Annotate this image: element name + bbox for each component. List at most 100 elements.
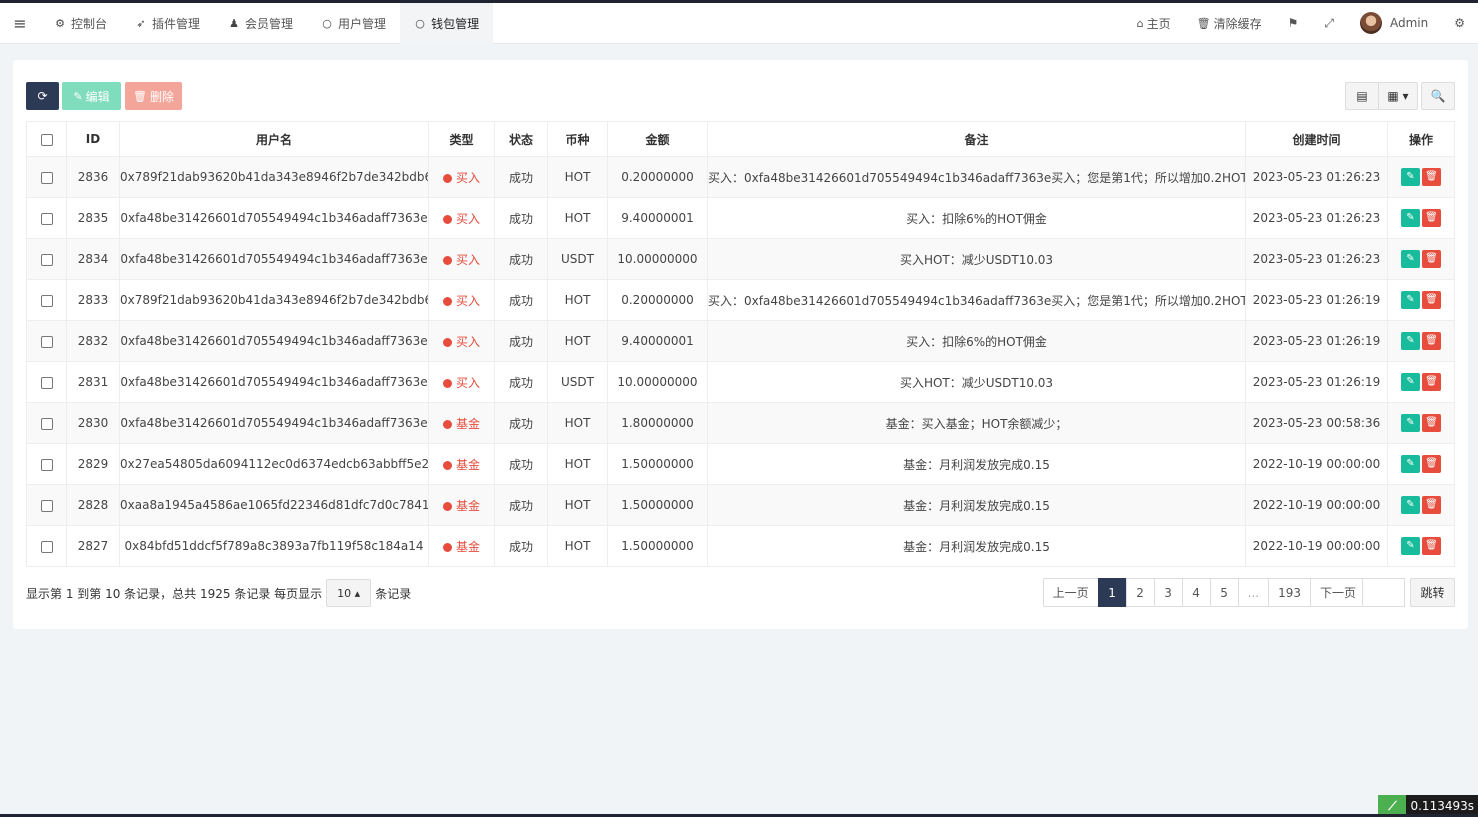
- tab-label: 用户管理: [338, 16, 387, 31]
- page-button[interactable]: 4: [1181, 578, 1211, 607]
- menu-toggle-icon[interactable]: ≡: [0, 3, 40, 44]
- settings-icon[interactable]: ⚙: [1441, 3, 1478, 44]
- table-row[interactable]: 2836 0x789f21dab93620b41da343e8946f2b7de3…: [26, 156, 1455, 198]
- jump-page-input[interactable]: [1362, 578, 1405, 607]
- user-menu[interactable]: Admin: [1347, 3, 1441, 44]
- page-button[interactable]: 3: [1153, 578, 1183, 607]
- search-button[interactable]: 🔍: [1421, 82, 1455, 110]
- clear-cache-button[interactable]: 🗑 清除缓存: [1184, 3, 1275, 44]
- type-cell: 买入: [428, 279, 495, 321]
- trash-icon: 🗑: [1425, 499, 1438, 510]
- status-cell: 成功: [494, 361, 548, 403]
- table-row[interactable]: 2835 0xfa48be31426601d705549494c1b346adaf…: [26, 197, 1455, 239]
- page-button[interactable]: 5: [1209, 578, 1239, 607]
- pencil-icon: ✎: [1406, 253, 1415, 264]
- wallet-table: ID 用户名 类型 状态 币种 金额 备注 创建时间 操作 2836 0x789f…: [26, 121, 1455, 567]
- column-header[interactable]: 状态: [494, 121, 548, 157]
- remark-cell: 买入：0xfa48be31426601d705549494c1b346adaff…: [707, 156, 1246, 198]
- row-delete-button[interactable]: 🗑: [1422, 291, 1441, 309]
- tab-plugins[interactable]: ➶ 插件管理: [121, 3, 214, 44]
- row-delete-button[interactable]: 🗑: [1422, 496, 1441, 514]
- table-row[interactable]: 2829 0x27ea54805da6094112ec0d6374edcb63ab…: [26, 443, 1455, 485]
- columns-button[interactable]: ▦ ▾: [1378, 82, 1418, 110]
- page-button[interactable]: 1: [1097, 578, 1127, 607]
- row-delete-button[interactable]: 🗑: [1422, 414, 1441, 432]
- row-edit-button[interactable]: ✎: [1401, 373, 1420, 391]
- type-label: 买入: [455, 170, 480, 185]
- column-header[interactable]: 币种: [547, 121, 608, 157]
- column-header[interactable]: 金额: [607, 121, 708, 157]
- actions-cell: ✎ 🗑: [1387, 525, 1455, 567]
- row-edit-button[interactable]: ✎: [1401, 168, 1420, 186]
- table-row[interactable]: 2831 0xfa48be31426601d705549494c1b346adaf…: [26, 361, 1455, 403]
- column-header[interactable]: 用户名: [119, 121, 429, 157]
- refresh-button[interactable]: ⟳: [26, 82, 59, 110]
- type-label: 基金: [455, 539, 480, 554]
- select-all-checkbox[interactable]: [40, 133, 53, 146]
- tab-dashboard[interactable]: ⚙ 控制台: [40, 3, 121, 44]
- row-delete-button[interactable]: 🗑: [1422, 168, 1441, 186]
- language-icon[interactable]: ⚑: [1275, 3, 1312, 44]
- table-row[interactable]: 2832 0xfa48be31426601d705549494c1b346adaf…: [26, 320, 1455, 362]
- row-edit-button[interactable]: ✎: [1401, 537, 1420, 555]
- row-checkbox[interactable]: [40, 253, 53, 266]
- row-edit-button[interactable]: ✎: [1401, 332, 1420, 350]
- amount-cell: 0.20000000: [607, 279, 708, 321]
- trash-icon: 🗑: [1425, 294, 1438, 305]
- page-size-select[interactable]: 10 ▴: [326, 579, 372, 607]
- id-cell: 2832: [66, 320, 120, 362]
- column-header[interactable]: 类型: [428, 121, 495, 157]
- row-edit-button[interactable]: ✎: [1401, 455, 1420, 473]
- status-dot-icon: [442, 542, 452, 552]
- row-checkbox[interactable]: [40, 171, 53, 184]
- row-edit-button[interactable]: ✎: [1401, 209, 1420, 227]
- created-cell: 2022-10-19 00:00:00: [1245, 484, 1388, 526]
- username-cell: 0xfa48be31426601d705549494c1b346adaff736…: [119, 361, 429, 403]
- fullscreen-icon[interactable]: ⤢: [1311, 3, 1347, 44]
- table-row[interactable]: 2827 0x84bfd51ddcf5f789a8c3893a7fb119f58c…: [26, 525, 1455, 567]
- row-delete-button[interactable]: 🗑: [1422, 537, 1441, 555]
- tab-members[interactable]: ♟ 会员管理: [214, 3, 307, 44]
- row-edit-button[interactable]: ✎: [1401, 414, 1420, 432]
- table-row[interactable]: 2830 0xfa48be31426601d705549494c1b346adaf…: [26, 402, 1455, 444]
- prev-page-button[interactable]: 上一页: [1042, 578, 1099, 607]
- row-checkbox[interactable]: [40, 499, 53, 512]
- edit-button[interactable]: ✎ 编辑: [62, 82, 121, 110]
- row-checkbox[interactable]: [40, 417, 53, 430]
- page-button[interactable]: 193: [1268, 578, 1311, 607]
- tab-users[interactable]: ○ 用户管理: [307, 3, 400, 44]
- column-header[interactable]: ID: [66, 121, 120, 157]
- home-link[interactable]: ⌂ 主页: [1124, 3, 1184, 44]
- jump-button[interactable]: 跳转: [1410, 578, 1455, 607]
- row-checkbox[interactable]: [40, 540, 53, 553]
- remark-cell: 基金：买入基金；HOT余额减少；: [707, 402, 1246, 444]
- page-button[interactable]: 2: [1125, 578, 1155, 607]
- trash-icon: 🗑: [1425, 458, 1438, 469]
- table-row[interactable]: 2828 0xaa8a1945a4586ae1065fd22346d81dfc7d…: [26, 484, 1455, 526]
- table-row[interactable]: 2833 0x789f21dab93620b41da343e8946f2b7de3…: [26, 279, 1455, 321]
- row-delete-button[interactable]: 🗑: [1422, 373, 1441, 391]
- type-label: 买入: [455, 375, 480, 390]
- row-checkbox[interactable]: [40, 376, 53, 389]
- next-page-button[interactable]: 下一页: [1309, 578, 1366, 607]
- row-checkbox[interactable]: [40, 294, 53, 307]
- row-delete-button[interactable]: 🗑: [1422, 332, 1441, 350]
- list-icon: ▤: [1356, 89, 1368, 103]
- row-delete-button[interactable]: 🗑: [1422, 209, 1441, 227]
- row-edit-button[interactable]: ✎: [1401, 250, 1420, 268]
- row-checkbox[interactable]: [40, 212, 53, 225]
- row-delete-button[interactable]: 🗑: [1422, 455, 1441, 473]
- row-edit-button[interactable]: ✎: [1401, 496, 1420, 514]
- table-row[interactable]: 2834 0xfa48be31426601d705549494c1b346adaf…: [26, 238, 1455, 280]
- row-edit-button[interactable]: ✎: [1401, 291, 1420, 309]
- remark-cell: 基金：月利润发放完成0.15: [707, 525, 1246, 567]
- delete-button[interactable]: 🗑 删除: [125, 82, 182, 110]
- column-header[interactable]: 创建时间: [1245, 121, 1388, 157]
- row-delete-button[interactable]: 🗑: [1422, 250, 1441, 268]
- row-checkbox[interactable]: [40, 458, 53, 471]
- toggle-view-button[interactable]: ▤: [1345, 82, 1379, 110]
- row-checkbox[interactable]: [40, 335, 53, 348]
- tab-wallet[interactable]: ○ 钱包管理: [400, 2, 494, 44]
- column-header[interactable]: 备注: [707, 121, 1246, 157]
- amount-cell: 10.00000000: [607, 361, 708, 403]
